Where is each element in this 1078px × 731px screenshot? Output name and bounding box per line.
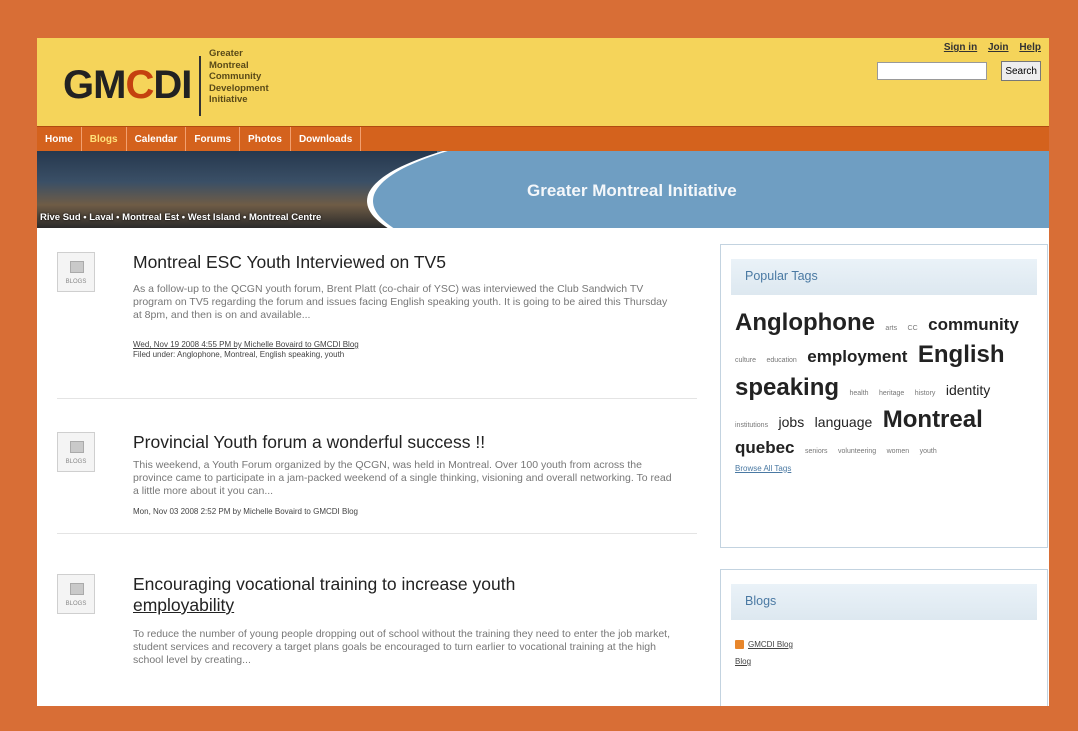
blog-list-item[interactable]: Blog (735, 657, 1033, 666)
nav-forums[interactable]: Forums (186, 126, 241, 152)
tag-link[interactable]: health (850, 390, 869, 397)
rss-icon (735, 640, 744, 649)
tagline-line: Greater (209, 48, 243, 59)
banner-title: Greater Montreal Initiative (527, 181, 737, 200)
browser-page: GMCDI Greater Montreal Community Develop… (37, 38, 1049, 706)
tag-link[interactable]: Anglophone (735, 309, 875, 336)
tag-link[interactable]: women (887, 448, 910, 455)
tag-link[interactable]: heritage (879, 390, 904, 397)
top-links: Sign in Join Help (936, 42, 1041, 53)
tag-link[interactable]: community (928, 315, 1019, 334)
logo-text-c: DI (153, 63, 192, 107)
tagline-line: Community (209, 71, 262, 82)
tag-link[interactable]: CC (908, 325, 918, 332)
search-input[interactable] (877, 62, 987, 80)
nav-downloads[interactable]: Downloads (291, 126, 362, 152)
tag-link[interactable]: language (815, 414, 873, 430)
post-meta: Wed, Nov 19 2008 4:55 PM by Michelle Bov… (133, 340, 673, 360)
post-excerpt: This weekend, a Youth Forum organized by… (133, 459, 672, 497)
tag-link[interactable]: institutions (735, 422, 768, 429)
region-links[interactable]: Rive Sud • Laval • Montreal Est • West I… (40, 212, 321, 223)
post-excerpt: To reduce the number of young people dro… (133, 628, 671, 666)
tag-link[interactable]: seniors (805, 448, 828, 455)
tag-link[interactable]: education (766, 357, 796, 364)
tag-link[interactable]: employment (807, 347, 907, 366)
tag-link[interactable]: English (918, 341, 1005, 368)
blog-link[interactable]: Blog (735, 657, 751, 666)
blog-post-icon: BLOGS (57, 252, 95, 292)
popular-tags-title: Popular Tags (731, 259, 1037, 295)
nav-home[interactable]: Home (37, 126, 82, 152)
blogs-title: Blogs (731, 584, 1037, 620)
post-author-link[interactable]: Wed, Nov 19 2008 4:55 PM by Michelle Bov… (133, 340, 673, 350)
browse-all-tags-link[interactable]: Browse All Tags (721, 460, 1047, 473)
blogs-panel: Blogs GMCDI Blog Blog (720, 569, 1048, 706)
post-title-line: employability (133, 595, 235, 615)
search-button[interactable]: Search (1001, 61, 1041, 81)
post-meta: Mon, Nov 03 2008 2:52 PM by Michelle Bov… (133, 507, 673, 517)
logo-tagline: Greater Montreal Community Development I… (209, 48, 269, 106)
site-header: GMCDI Greater Montreal Community Develop… (37, 38, 1049, 126)
tag-link[interactable]: culture (735, 357, 756, 364)
tag-link[interactable]: identity (946, 382, 990, 398)
icon-caption: BLOGS (65, 601, 87, 607)
tagline-line: Montreal (209, 59, 249, 71)
document-icon (70, 441, 84, 453)
icon-caption: BLOGS (65, 279, 87, 285)
site-logo[interactable]: GMCDI (63, 63, 192, 108)
post-tags: Filed under: Anglophone, Montreal, Engli… (133, 350, 345, 359)
tag-link[interactable]: quebec (735, 438, 795, 457)
blog-list: GMCDI Blog Blog (721, 620, 1047, 666)
post-title[interactable]: Encouraging vocational training to incre… (133, 574, 663, 616)
help-link[interactable]: Help (1019, 42, 1041, 53)
tagline-line: Development (209, 82, 269, 94)
post-excerpt: As a follow-up to the QCGN youth forum, … (133, 283, 668, 321)
banner: Greater Montreal Initiative Rive Sud • L… (37, 151, 1049, 228)
blog-list-item[interactable]: GMCDI Blog (735, 640, 1033, 649)
tag-link[interactable]: arts (885, 325, 897, 332)
blog-post-icon: BLOGS (57, 432, 95, 472)
sign-in-link[interactable]: Sign in (944, 42, 977, 53)
tag-link[interactable]: history (915, 390, 936, 397)
popular-tags-panel: Popular Tags Anglophone arts CC communit… (720, 244, 1048, 548)
post-divider (57, 398, 697, 399)
post-title[interactable]: Montreal ESC Youth Interviewed on TV5 (133, 252, 663, 273)
tag-link[interactable]: Montreal (883, 406, 983, 433)
blog-post-icon: BLOGS (57, 574, 95, 614)
tagline-line: Initiative (209, 94, 248, 105)
post-title[interactable]: Provincial Youth forum a wonderful succe… (133, 432, 663, 453)
post-author-link[interactable]: Mon, Nov 03 2008 2:52 PM by Michelle Bov… (133, 507, 673, 517)
nav-photos[interactable]: Photos (240, 126, 291, 152)
icon-caption: BLOGS (65, 459, 87, 465)
nav-calendar[interactable]: Calendar (127, 126, 187, 152)
post-divider (57, 533, 697, 534)
logo-text-a: GM (63, 63, 126, 107)
nav-blogs[interactable]: Blogs (82, 126, 127, 152)
tag-cloud: Anglophone arts CC community culture edu… (721, 295, 1047, 460)
tag-link[interactable]: jobs (779, 414, 805, 430)
logo-divider (199, 56, 201, 116)
document-icon (70, 583, 84, 595)
main-nav: Home Blogs Calendar Forums Photos Downlo… (37, 126, 1049, 152)
join-link[interactable]: Join (988, 42, 1009, 53)
document-icon (70, 261, 84, 273)
post-title-line: Encouraging vocational training to incre… (133, 574, 516, 594)
blog-link[interactable]: GMCDI Blog (748, 640, 793, 649)
tag-link[interactable]: youth (920, 448, 937, 455)
tag-link[interactable]: speaking (735, 374, 839, 401)
logo-text-b: C (125, 63, 154, 107)
tag-link[interactable]: volunteering (838, 448, 876, 455)
